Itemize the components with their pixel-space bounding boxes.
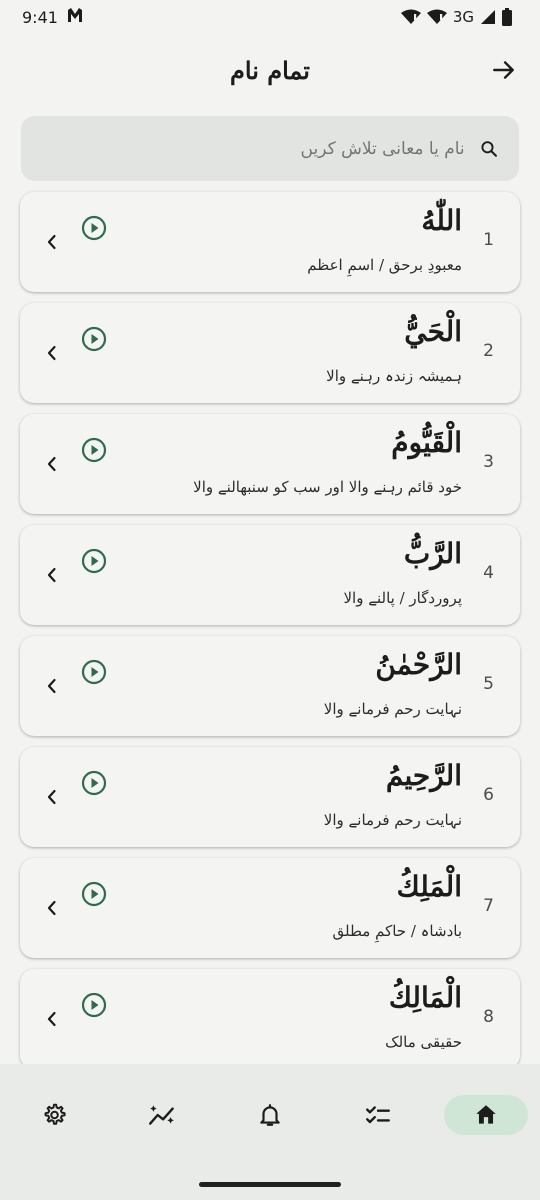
page-title: تمام نام (230, 55, 310, 85)
wifi-icon-secondary (426, 9, 447, 25)
name-card[interactable]: 7 الْمَلِكُ بادشاہ / حاکمِ مطلق (20, 858, 520, 958)
name-number: 7 (483, 896, 494, 916)
play-icon[interactable] (80, 436, 108, 464)
arabic-name: اللّٰهُ (421, 204, 462, 237)
name-card[interactable]: 5 الرَّحْمٰنُ نہایت رحم فرمانے والا (20, 636, 520, 736)
name-number: 2 (483, 341, 494, 361)
name-number: 8 (483, 1007, 494, 1027)
arabic-name: الْمَالِكُ (388, 981, 462, 1014)
chevron-left-icon[interactable] (40, 563, 64, 587)
name-number: 4 (483, 563, 494, 583)
nav-home[interactable] (444, 1095, 528, 1135)
play-icon[interactable] (80, 880, 108, 908)
arabic-name: الْحَيُّ (404, 315, 462, 348)
name-card[interactable]: 6 الرَّحِيمُ نہایت رحم فرمانے والا (20, 747, 520, 847)
name-meaning: نہایت رحم فرمانے والا (323, 811, 462, 829)
search-icon (481, 140, 497, 157)
search-input[interactable] (41, 138, 465, 159)
arabic-name: الرَّحْمٰنُ (375, 648, 462, 681)
app-notification-icon (66, 7, 84, 27)
status-bar: 9:41 3G (0, 0, 540, 34)
play-icon[interactable] (80, 991, 108, 1019)
name-card[interactable]: 1 اللّٰهُ معبودِ برحق / اسمِ اعظم (20, 192, 520, 292)
home-indicator[interactable] (199, 1182, 341, 1187)
arabic-name: الرَّحِيمُ (385, 759, 462, 792)
name-card[interactable]: 4 الرَّبُّ پروردگار / پالنے والا (20, 525, 520, 625)
nav-insights[interactable] (120, 1095, 204, 1135)
bottom-navigation (0, 1064, 540, 1200)
name-card[interactable]: 8 الْمَالِكُ حقیقی مالک (20, 969, 520, 1069)
signal-icon (480, 9, 496, 25)
settings-icon (44, 1103, 66, 1125)
name-meaning: خود قائم رہنے والا اور سب کو سنبھالنے وا… (193, 478, 462, 496)
chevron-left-icon[interactable] (40, 452, 64, 476)
checklist-icon (366, 1106, 390, 1124)
wifi-icon (400, 9, 421, 25)
name-meaning: نہایت رحم فرمانے والا (323, 700, 462, 718)
name-meaning: ہمیشہ زندہ رہنے والا (326, 367, 462, 385)
nav-settings[interactable] (12, 1095, 96, 1135)
back-button[interactable] (484, 50, 524, 90)
search-bar[interactable] (21, 116, 519, 181)
nav-notifications[interactable] (228, 1095, 312, 1135)
name-meaning: معبودِ برحق / اسمِ اعظم (307, 256, 462, 274)
name-number: 1 (483, 230, 494, 250)
status-time: 9:41 (22, 7, 58, 27)
play-icon[interactable] (80, 658, 108, 686)
name-meaning: بادشاہ / حاکمِ مطلق (332, 922, 463, 940)
play-icon[interactable] (80, 547, 108, 575)
chevron-left-icon[interactable] (40, 230, 64, 254)
chevron-left-icon[interactable] (40, 341, 64, 365)
name-number: 5 (483, 674, 494, 694)
name-number: 3 (483, 452, 494, 472)
bell-icon (260, 1104, 280, 1126)
arabic-name: الْمَلِكُ (396, 870, 462, 903)
sparkles-icon (149, 1105, 174, 1125)
battery-icon (502, 8, 512, 26)
name-number: 6 (483, 785, 494, 805)
name-meaning: پروردگار / پالنے والا (343, 589, 462, 607)
play-icon[interactable] (80, 325, 108, 353)
home-icon (476, 1105, 496, 1124)
play-icon[interactable] (80, 214, 108, 242)
names-list: 1 اللّٰهُ معبودِ برحق / اسمِ اعظم 2 الْح… (20, 192, 520, 1069)
chevron-left-icon[interactable] (40, 1007, 64, 1031)
arrow-right-icon (493, 61, 514, 79)
arabic-name: الرَّبُّ (403, 537, 462, 570)
network-type: 3G (452, 8, 474, 26)
arabic-name: الْقَيُّومُ (391, 426, 462, 459)
app-bar: تمام نام (0, 40, 540, 100)
chevron-left-icon[interactable] (40, 674, 64, 698)
chevron-left-icon[interactable] (40, 896, 64, 920)
name-meaning: حقیقی مالک (385, 1033, 462, 1051)
name-card[interactable]: 2 الْحَيُّ ہمیشہ زندہ رہنے والا (20, 303, 520, 403)
nav-checklist[interactable] (336, 1095, 420, 1135)
name-card[interactable]: 3 الْقَيُّومُ خود قائم رہنے والا اور سب … (20, 414, 520, 514)
chevron-left-icon[interactable] (40, 785, 64, 809)
play-icon[interactable] (80, 769, 108, 797)
